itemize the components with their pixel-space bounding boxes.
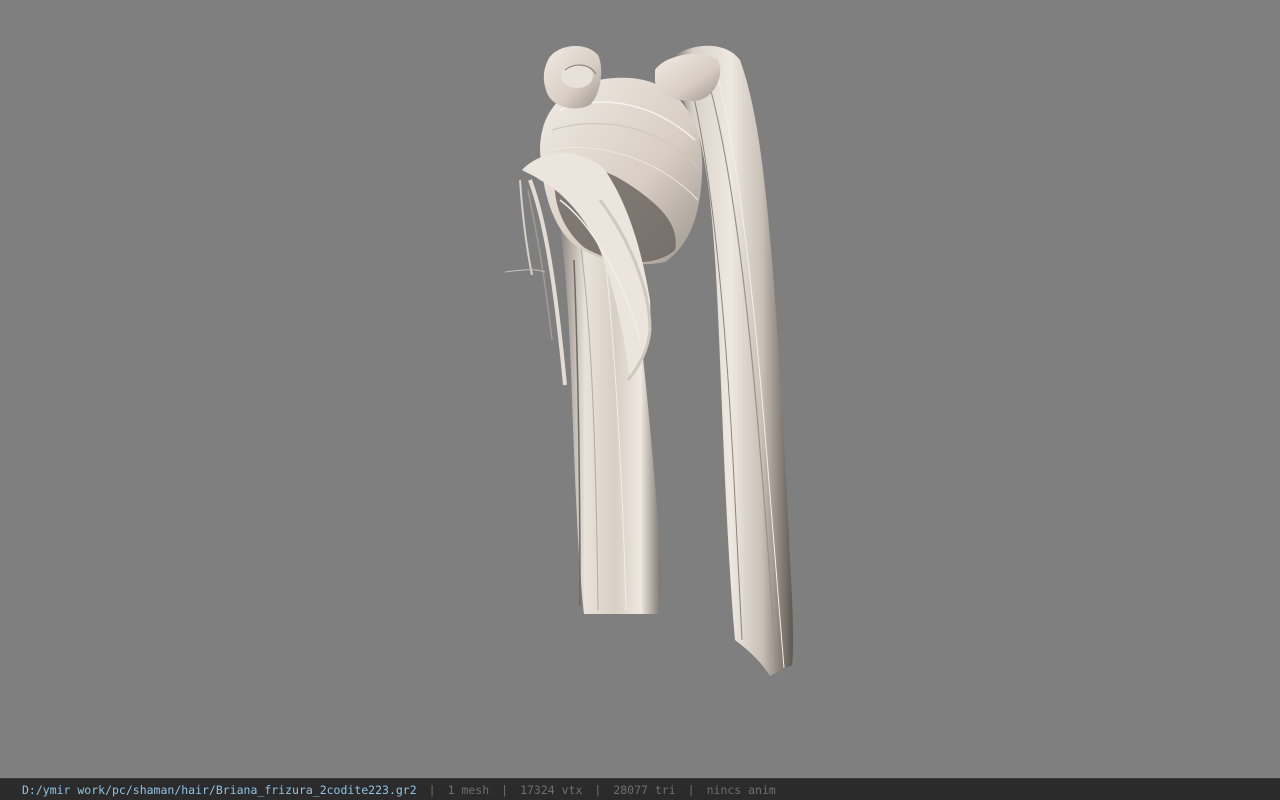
file-path-text: D:/ymir work/pc/shaman/hair/Briana_frizu…	[22, 782, 417, 797]
animation-status-text: nincs anim	[706, 782, 776, 797]
vertex-count-text: 17324 vtx	[520, 782, 583, 797]
status-separator: |	[501, 782, 509, 797]
3d-viewport[interactable]	[0, 0, 1280, 778]
status-separator: |	[594, 782, 602, 797]
mesh-count-text: 1 mesh	[447, 782, 490, 797]
status-separator: |	[687, 782, 695, 797]
hair-model-render[interactable]	[0, 0, 1280, 778]
status-separator: |	[428, 782, 436, 797]
status-bar: D:/ymir work/pc/shaman/hair/Briana_frizu…	[0, 778, 1280, 800]
triangle-count-text: 28077 tri	[613, 782, 676, 797]
